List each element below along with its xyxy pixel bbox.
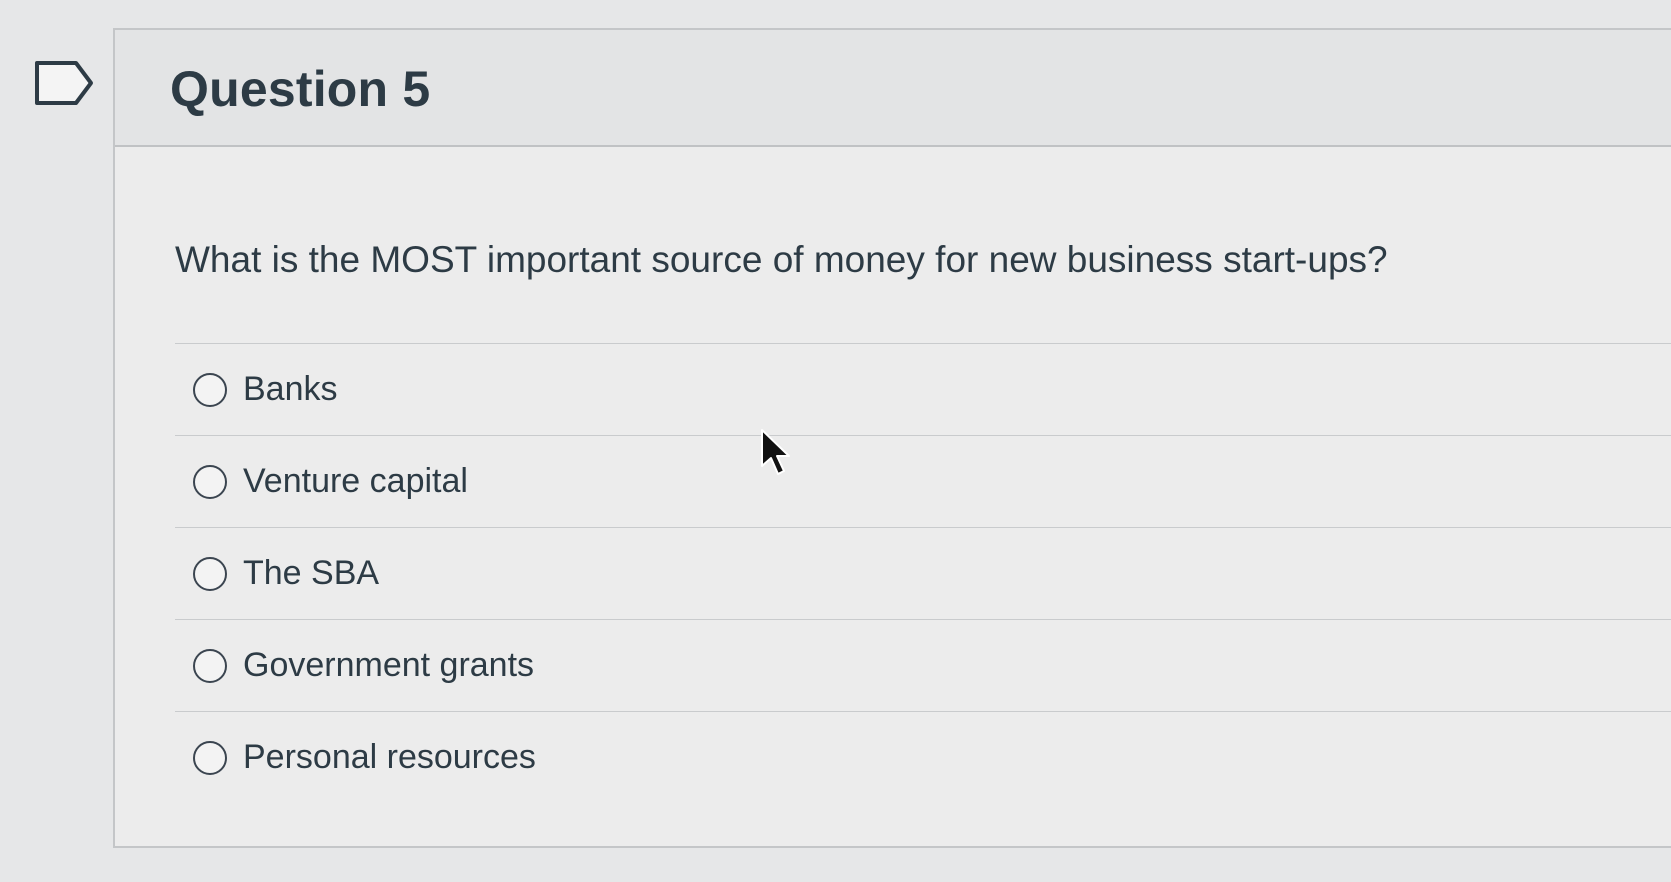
flag-question-icon xyxy=(35,61,93,105)
radio-button-icon[interactable] xyxy=(193,648,227,683)
answer-option[interactable]: Banks xyxy=(175,343,1671,435)
radio-button-icon[interactable] xyxy=(193,556,227,591)
answer-label: Personal resources xyxy=(243,738,536,776)
question-text: What is the MOST important source of mon… xyxy=(175,239,1388,280)
answer-option[interactable]: The SBA xyxy=(175,527,1671,619)
answer-label: Venture capital xyxy=(243,462,468,500)
answer-option[interactable]: Venture capital xyxy=(175,435,1671,527)
answer-label: Government grants xyxy=(243,646,535,684)
answer-option[interactable]: Personal resources xyxy=(175,711,1671,803)
radio-button-icon[interactable] xyxy=(193,372,227,407)
quiz-page: Question 5 What is the MOST important so… xyxy=(0,0,1671,882)
question-header: Question 5 xyxy=(115,30,1671,147)
question-title: Question 5 xyxy=(170,61,431,117)
radio-button-icon[interactable] xyxy=(193,740,227,775)
flag-question-button[interactable] xyxy=(34,60,94,106)
answer-label: Banks xyxy=(243,370,338,408)
answer-list: Banks Venture capital The SBA Government… xyxy=(175,343,1671,803)
radio-button-icon[interactable] xyxy=(193,464,227,499)
answer-label: The SBA xyxy=(243,554,380,592)
question-body: What is the MOST important source of mon… xyxy=(115,147,1671,847)
question-card: Question 5 What is the MOST important so… xyxy=(113,28,1671,848)
answer-option[interactable]: Government grants xyxy=(175,619,1671,711)
